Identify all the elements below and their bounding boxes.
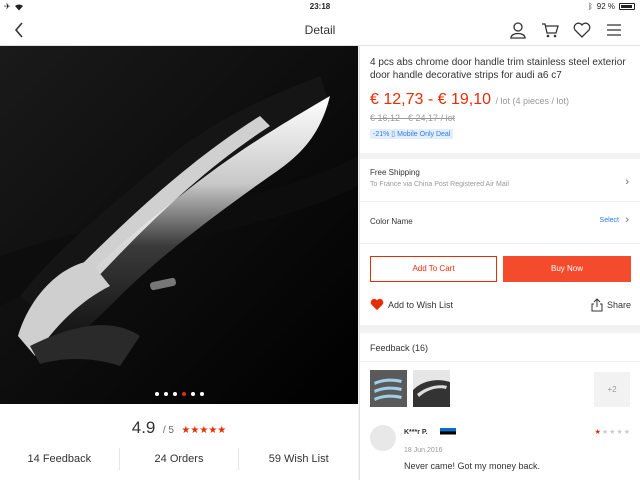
color-label: Color Name bbox=[370, 217, 413, 226]
battery-icon bbox=[619, 3, 635, 10]
nav-icons bbox=[508, 20, 624, 40]
door-handle-image bbox=[0, 46, 358, 404]
status-time: 23:18 bbox=[309, 2, 331, 11]
color-select[interactable]: Select bbox=[600, 217, 619, 224]
add-to-wishlist-button[interactable]: Add to Wish List bbox=[370, 298, 453, 311]
carousel-dot[interactable] bbox=[154, 392, 159, 396]
review-star-empty: ★★★★ bbox=[601, 429, 631, 436]
old-price: € 16,12 - € 24,17 bbox=[370, 113, 439, 123]
add-to-cart-button[interactable]: Add To Cart bbox=[370, 256, 497, 282]
buy-now-button[interactable]: Buy Now bbox=[503, 256, 631, 282]
price: € 12,73 - € 19,10 bbox=[370, 91, 491, 108]
status-bar: ✈ 23:18 ᛒ 92 % bbox=[0, 0, 640, 14]
product-image[interactable] bbox=[0, 46, 358, 404]
share-button[interactable]: Share bbox=[591, 298, 631, 312]
review-comment: Never came! Got my money back. bbox=[404, 461, 541, 471]
product-summary: 4 pcs abs chrome door handle trim stainl… bbox=[360, 46, 640, 153]
share-icon bbox=[591, 298, 603, 312]
reviewer-name: K***r P. bbox=[404, 429, 428, 436]
stat-wishlist[interactable]: 59 Wish List bbox=[239, 448, 358, 470]
color-row[interactable]: Color Name Select › bbox=[360, 202, 640, 242]
deal-badge: -21% ▯ Mobile Only Deal bbox=[370, 129, 454, 139]
heart-outline-icon bbox=[573, 22, 591, 38]
account-button[interactable] bbox=[508, 20, 528, 40]
cart-button[interactable] bbox=[540, 20, 560, 40]
shipping-row[interactable]: Free Shipping To France via China Post R… bbox=[360, 166, 640, 202]
rating-summary: 4.9 / 5 ★★★★★ 14 Feedback 24 Orders 59 W… bbox=[0, 404, 358, 480]
shipping-label: Free Shipping bbox=[370, 168, 420, 177]
review-date: 18 Jun 2016 bbox=[404, 447, 443, 454]
user-icon bbox=[510, 22, 526, 39]
estonia-flag-icon bbox=[440, 428, 456, 438]
feedback-section: Feedback (16) +2 K***r P. 18 Jun 2016 ★★… bbox=[360, 333, 640, 480]
menu-icon bbox=[607, 24, 621, 36]
old-price-row: € 16,12 - € 24,17 / lot bbox=[370, 113, 631, 123]
product-gallery-panel: 4.9 / 5 ★★★★★ 14 Feedback 24 Orders 59 W… bbox=[0, 46, 358, 480]
review-stars: ★★★★★ bbox=[595, 428, 631, 436]
product-title: 4 pcs abs chrome door handle trim stainl… bbox=[370, 57, 626, 81]
bluetooth-icon: ᛒ bbox=[587, 2, 593, 11]
carousel-dot[interactable] bbox=[199, 392, 204, 396]
share-label: Share bbox=[606, 300, 631, 310]
review-star-filled: ★ bbox=[594, 429, 602, 436]
cart-icon bbox=[542, 23, 559, 38]
heart-filled-icon bbox=[370, 298, 384, 311]
chevron-right-icon: › bbox=[625, 176, 629, 188]
wishlist-label: Add to Wish List bbox=[388, 299, 454, 310]
wishlist-button[interactable] bbox=[572, 20, 592, 40]
rating-outof: / 5 bbox=[162, 425, 174, 436]
carousel-dot[interactable] bbox=[172, 392, 177, 396]
product-stats: 14 Feedback 24 Orders 59 Wish List bbox=[0, 448, 358, 470]
divider bbox=[360, 361, 640, 362]
top-navbar: Detail bbox=[0, 14, 640, 46]
battery-percent: 92 % bbox=[596, 2, 615, 11]
carousel-dot[interactable] bbox=[163, 392, 168, 396]
shipping-detail: To France via China Post Registered Air … bbox=[370, 181, 509, 188]
product-info-panel: 4 pcs abs chrome door handle trim stainl… bbox=[359, 46, 640, 480]
chevron-right-icon: › bbox=[625, 214, 629, 226]
stat-feedback[interactable]: 14 Feedback bbox=[0, 448, 120, 470]
menu-button[interactable] bbox=[604, 20, 624, 40]
feedback-heading[interactable]: Feedback (16) bbox=[370, 343, 428, 353]
stat-orders[interactable]: 24 Orders bbox=[120, 448, 240, 470]
purchase-section: Add To Cart Buy Now Add to Wish List Sha… bbox=[360, 243, 640, 325]
carousel-dots bbox=[0, 392, 358, 396]
old-price-unit: / lot bbox=[440, 113, 456, 123]
shipping-color-section: Free Shipping To France via China Post R… bbox=[360, 159, 640, 243]
price-row: € 12,73 - € 19,10 / lot (4 pieces / lot) bbox=[370, 91, 631, 109]
more-photos[interactable]: +2 bbox=[594, 372, 630, 407]
carousel-dot-active[interactable] bbox=[181, 392, 186, 396]
rating-score: 4.9 bbox=[131, 418, 156, 437]
feedback-photo[interactable] bbox=[413, 370, 450, 407]
price-unit: / lot (4 pieces / lot) bbox=[495, 96, 569, 106]
carousel-dot[interactable] bbox=[190, 392, 195, 396]
feedback-photo[interactable] bbox=[370, 370, 407, 407]
status-right: ᛒ 92 % bbox=[588, 2, 635, 11]
rating-line: 4.9 / 5 ★★★★★ bbox=[0, 418, 358, 438]
avatar bbox=[370, 425, 396, 451]
rating-stars: ★★★★★ bbox=[181, 425, 227, 436]
